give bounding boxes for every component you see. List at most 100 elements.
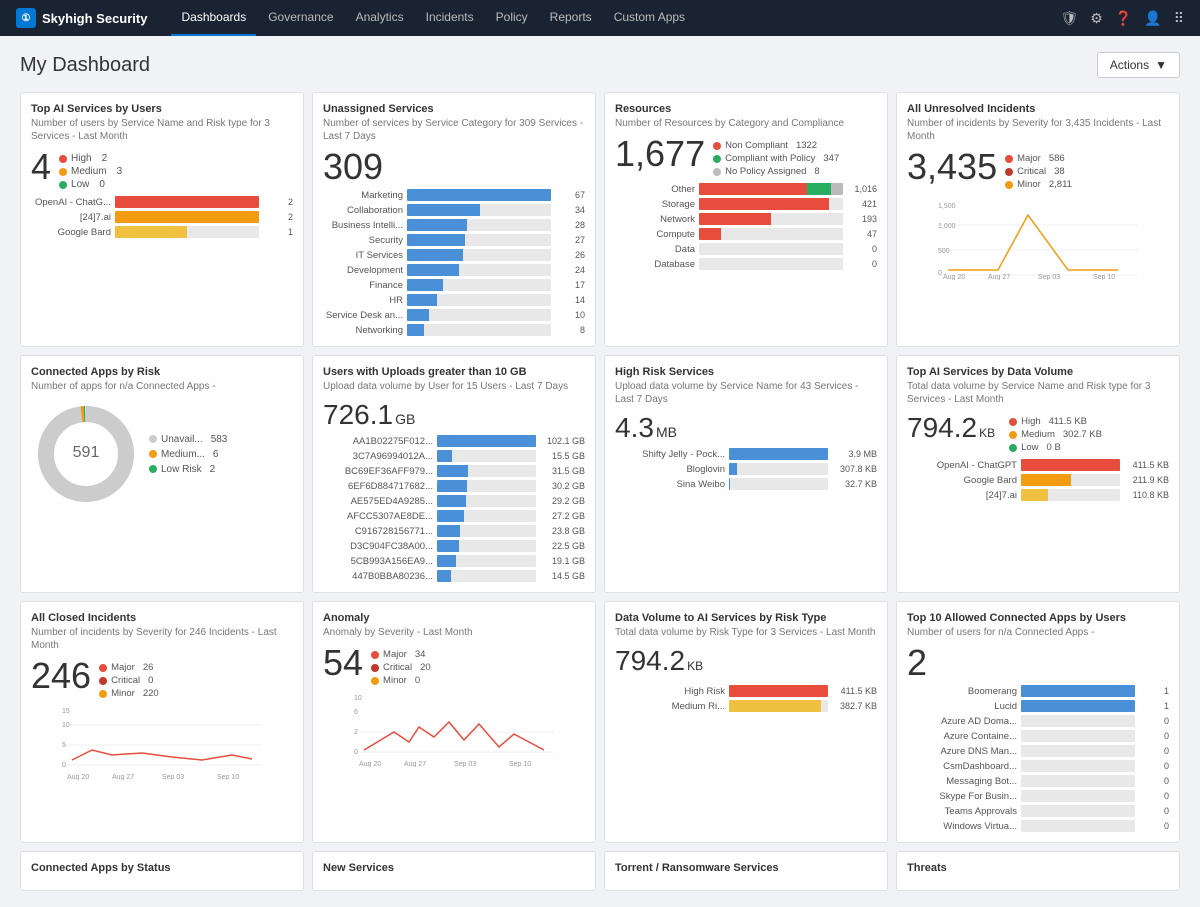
bars-container: High Risk411.5 KB Medium Ri...382.7 KB [615, 685, 877, 712]
bar-row: [24]7.ai 2 [31, 211, 293, 223]
svg-text:Sep 03: Sep 03 [162, 774, 184, 780]
bars-container: Other1,016 Storage421 Network193 Compute… [615, 183, 877, 270]
svg-text:Sep 03: Sep 03 [1038, 274, 1060, 280]
card-subtitle: Number of services by Service Category f… [323, 117, 585, 143]
donut-chart: 591 [31, 399, 141, 509]
svg-text:Sep 10: Sep 10 [509, 761, 531, 767]
page-header: My Dashboard Actions ▼ [20, 52, 1180, 78]
card-subtitle: Number of incidents by Severity for 246 … [31, 626, 293, 652]
card-subtitle: Number of users for n/a Connected Apps - [907, 626, 1169, 639]
nav-links: Dashboards Governance Analytics Incident… [171, 0, 1060, 36]
svg-text:1,000: 1,000 [938, 223, 956, 230]
brand-logo[interactable]: ① Skyhigh Security [16, 8, 147, 28]
bars-container: Shifty Jelly - Pock...3.9 MB Bloglovin30… [615, 448, 877, 490]
svg-text:Sep 03: Sep 03 [454, 761, 476, 767]
card-title: Data Volume to AI Services by Risk Type [615, 612, 877, 624]
card-title: High Risk Services [615, 366, 877, 378]
nav-custom-apps[interactable]: Custom Apps [604, 0, 695, 36]
shield-icon[interactable]: 🛡 [1061, 10, 1079, 27]
card-title: Torrent / Ransomware Services [615, 862, 877, 874]
grid-icon[interactable]: ⠿ [1174, 10, 1184, 27]
card-unassigned-services: Unassigned Services Number of services b… [312, 92, 596, 347]
card-high-risk-services: High Risk Services Upload data volume by… [604, 355, 888, 593]
big-number: 246 [31, 658, 91, 694]
card-title: New Services [323, 862, 585, 874]
svg-text:Aug 27: Aug 27 [988, 274, 1010, 280]
card-subtitle: Upload data volume by User for 15 Users … [323, 380, 585, 393]
bars-container: Marketing67 Collaboration34 Business Int… [323, 189, 585, 336]
big-number: 4.3 [615, 412, 654, 444]
big-number: 726.1 [323, 399, 393, 431]
big-unit: KB [687, 659, 703, 673]
nav-reports[interactable]: Reports [540, 0, 602, 36]
svg-text:Aug 20: Aug 20 [943, 274, 965, 280]
line-chart: Aug 20 Aug 27 Sep 03 Sep 10 1,500 1,000 … [907, 200, 1169, 280]
page-title: My Dashboard [20, 54, 150, 77]
legend-high: High2 [59, 153, 122, 164]
card-subtitle: Upload data volume by Service Name for 4… [615, 380, 877, 406]
card-title: Anomaly [323, 612, 585, 624]
card-subtitle: Number of Resources by Category and Comp… [615, 117, 877, 130]
card-title: All Unresolved Incidents [907, 103, 1169, 115]
nav-incidents[interactable]: Incidents [416, 0, 484, 36]
nav-dashboards[interactable]: Dashboards [171, 0, 256, 36]
big-number: 794.2 [907, 412, 977, 444]
user-icon[interactable]: 👤 [1144, 10, 1161, 27]
bar-row: Google Bard 1 [31, 226, 293, 238]
card-torrent-ransomware: Torrent / Ransomware Services [604, 851, 888, 891]
svg-text:1,500: 1,500 [938, 203, 956, 210]
svg-text:0: 0 [62, 762, 66, 769]
nav-governance[interactable]: Governance [258, 0, 343, 36]
actions-button[interactable]: Actions ▼ [1097, 52, 1180, 78]
card-title: Unassigned Services [323, 103, 585, 115]
svg-text:0: 0 [354, 749, 358, 756]
nav-analytics[interactable]: Analytics [346, 0, 414, 36]
card-connected-apps-status: Connected Apps by Status [20, 851, 304, 891]
card-all-unresolved: All Unresolved Incidents Number of incid… [896, 92, 1180, 347]
card-subtitle: Number of users by Service Name and Risk… [31, 117, 293, 143]
top-navigation: ① Skyhigh Security Dashboards Governance… [0, 0, 1200, 36]
svg-text:Aug 20: Aug 20 [67, 774, 89, 780]
card-header-row: 4 High2 Medium3 Low0 [31, 149, 293, 190]
svg-text:500: 500 [938, 248, 950, 255]
card-users-uploads: Users with Uploads greater than 10 GB Up… [312, 355, 596, 593]
svg-text:2: 2 [354, 729, 358, 736]
svg-text:Aug 20: Aug 20 [359, 761, 381, 767]
big-number: 54 [323, 645, 363, 681]
card-connected-apps-risk: Connected Apps by Risk Number of apps fo… [20, 355, 304, 593]
chevron-down-icon: ▼ [1155, 58, 1167, 72]
svg-text:5: 5 [62, 742, 66, 749]
card-title: Top AI Services by Data Volume [907, 366, 1169, 378]
bar-row: OpenAI - ChatG... 2 [31, 196, 293, 208]
card-title: All Closed Incidents [31, 612, 293, 624]
legend-low: Low0 [59, 179, 122, 190]
card-all-closed: All Closed Incidents Number of incidents… [20, 601, 304, 843]
card-new-services: New Services [312, 851, 596, 891]
nav-policy[interactable]: Policy [486, 0, 538, 36]
big-number: 4 [31, 149, 51, 185]
svg-text:10: 10 [62, 722, 70, 729]
card-title: Connected Apps by Status [31, 862, 293, 874]
big-number: 794.2 [615, 645, 685, 677]
card-subtitle: Number of apps for n/a Connected Apps - [31, 380, 293, 393]
card-subtitle: Total data volume by Service Name and Ri… [907, 380, 1169, 406]
svg-text:Aug 27: Aug 27 [112, 774, 134, 780]
svg-text:Sep 10: Sep 10 [1093, 274, 1115, 280]
card-title: Threats [907, 862, 1169, 874]
big-number: 1,677 [615, 136, 705, 172]
card-data-volume-ai: Data Volume to AI Services by Risk Type … [604, 601, 888, 843]
help-icon[interactable]: ❓ [1115, 10, 1132, 27]
bars-container: OpenAI - ChatG... 2 [24]7.ai 2 Google Ba… [31, 196, 293, 238]
gear-icon[interactable]: ⚙ [1090, 10, 1103, 27]
svg-text:Aug 27: Aug 27 [404, 761, 426, 767]
card-subtitle: Anomaly by Severity - Last Month [323, 626, 585, 639]
big-unit: MB [656, 424, 677, 440]
card-resources: Resources Number of Resources by Categor… [604, 92, 888, 347]
bars-container: OpenAI - ChatGPT411.5 KB Google Bard211.… [907, 459, 1169, 501]
line-chart: Aug 20 Aug 27 Sep 03 Sep 10 10 6 2 0 [323, 692, 585, 767]
brand-icon: ① [16, 8, 36, 28]
card-title: Connected Apps by Risk [31, 366, 293, 378]
svg-text:6: 6 [354, 709, 358, 716]
svg-text:15: 15 [62, 708, 70, 715]
line-chart: Aug 20 Aug 27 Sep 03 Sep 10 15 10 5 0 [31, 705, 293, 780]
